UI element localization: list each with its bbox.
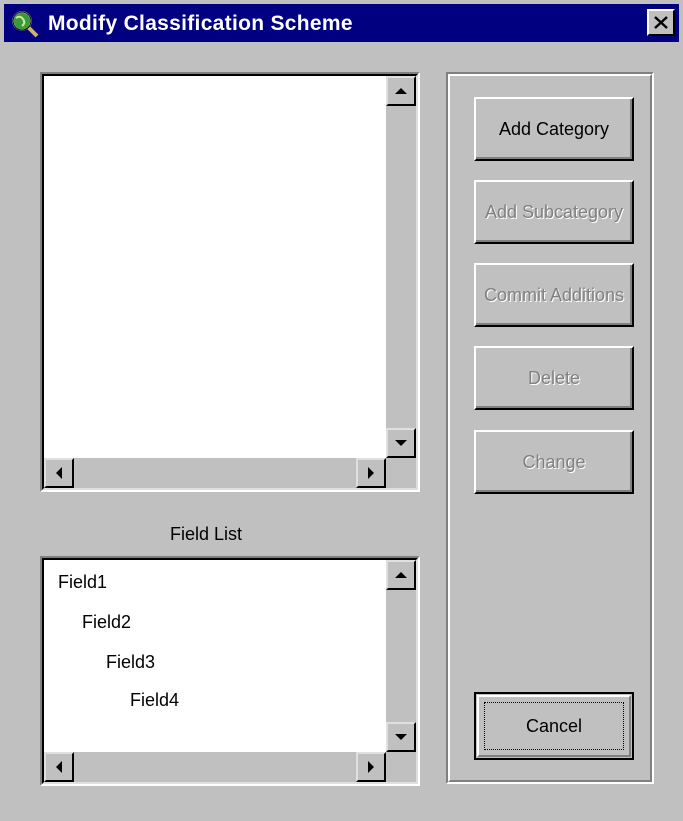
actions-group xyxy=(446,72,654,784)
close-icon xyxy=(654,16,668,29)
scroll-down-button[interactable] xyxy=(386,722,416,752)
window-title: Modify Classification Scheme xyxy=(48,12,353,35)
commit-additions-button[interactable]: Commit Additions xyxy=(474,263,634,327)
focus-rectangle xyxy=(484,702,624,750)
scroll-corner xyxy=(386,752,416,782)
change-button[interactable]: Change xyxy=(474,430,634,494)
delete-button[interactable]: Delete xyxy=(474,346,634,410)
cancel-button[interactable]: Cancel xyxy=(474,692,634,760)
category-list-horizontal-scrollbar[interactable] xyxy=(44,458,386,488)
arrow-right-icon xyxy=(368,761,374,773)
scroll-left-button[interactable] xyxy=(44,458,74,488)
category-list-vertical-scrollbar[interactable] xyxy=(386,76,416,458)
field-list-label: Field List xyxy=(170,524,243,544)
scroll-up-button[interactable] xyxy=(386,560,416,590)
scroll-down-button[interactable] xyxy=(386,428,416,458)
add-subcategory-button[interactable]: Add Subcategory xyxy=(474,180,634,244)
cancel-button-label: Cancel xyxy=(525,716,583,736)
scroll-up-button[interactable] xyxy=(386,76,416,106)
arrow-up-icon xyxy=(395,572,407,578)
list-item[interactable]: Field3 xyxy=(106,652,155,673)
scroll-right-button[interactable] xyxy=(356,752,386,782)
close-button[interactable] xyxy=(647,9,675,36)
scroll-corner xyxy=(386,458,416,488)
title-bar[interactable]: Modify Classification Scheme xyxy=(4,4,679,42)
arrow-left-icon xyxy=(56,761,62,773)
arrow-down-icon xyxy=(395,440,407,446)
arrow-right-icon xyxy=(368,467,374,479)
field-list-horizontal-scrollbar[interactable] xyxy=(44,752,386,782)
field-list[interactable]: Field1 Field2 Field3 Field4 xyxy=(40,556,420,786)
dialog-window: Modify Classification Scheme Field List … xyxy=(0,0,683,821)
field-list-frame: Field1 Field2 Field3 Field4 xyxy=(42,558,418,784)
arrow-down-icon xyxy=(395,734,407,740)
scroll-left-button[interactable] xyxy=(44,752,74,782)
category-list[interactable] xyxy=(40,72,420,492)
category-list-frame xyxy=(42,74,418,490)
globe-magnifier-icon xyxy=(10,9,40,39)
list-item[interactable]: Field2 xyxy=(82,612,131,633)
arrow-up-icon xyxy=(395,88,407,94)
list-item[interactable]: Field4 xyxy=(130,690,179,711)
arrow-left-icon xyxy=(56,467,62,479)
list-item[interactable]: Field1 xyxy=(58,572,107,593)
add-category-button[interactable]: Add Category xyxy=(474,97,634,161)
field-list-vertical-scrollbar[interactable] xyxy=(386,560,416,752)
scroll-right-button[interactable] xyxy=(356,458,386,488)
